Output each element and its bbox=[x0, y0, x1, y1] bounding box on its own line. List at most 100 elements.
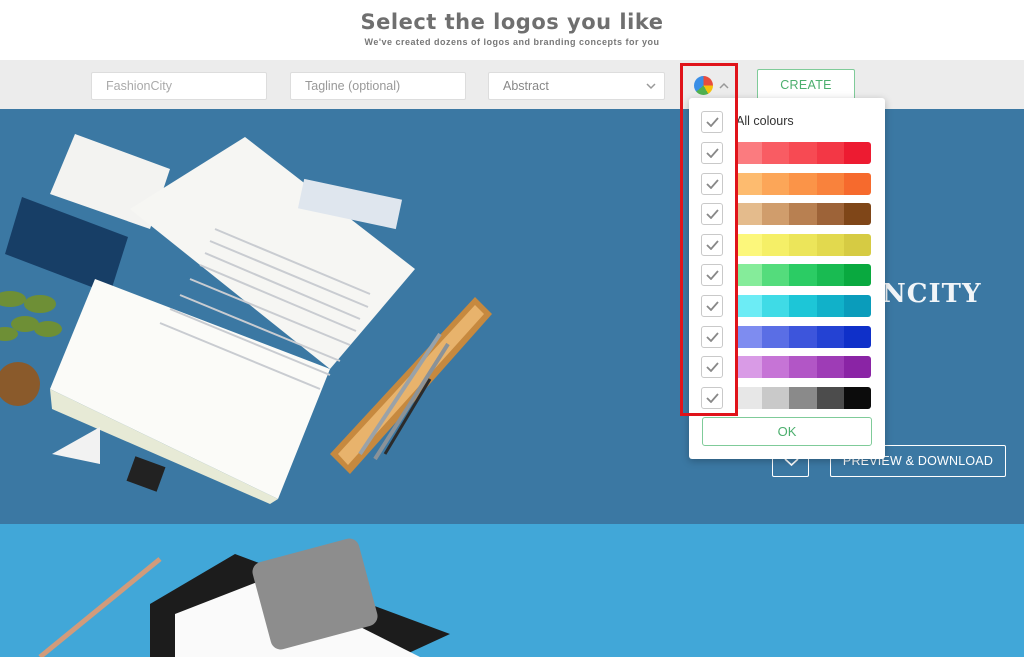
colour-chip bbox=[789, 203, 817, 226]
colour-chip bbox=[735, 386, 763, 409]
colour-chip bbox=[735, 264, 763, 287]
colour-chip bbox=[789, 264, 817, 287]
check-icon bbox=[706, 209, 719, 220]
colour-chip bbox=[843, 264, 871, 287]
colour-chip bbox=[843, 386, 871, 409]
palette-row-blues[interactable] bbox=[701, 325, 873, 348]
palette-swatch-greys[interactable] bbox=[735, 386, 871, 409]
palette-checkbox-oranges[interactable] bbox=[701, 172, 723, 195]
page-header: Select the logos you like We've created … bbox=[0, 0, 1024, 60]
colour-chip bbox=[816, 325, 844, 348]
colour-chip bbox=[816, 356, 844, 379]
page-subtitle: We've created dozens of logos and brandi… bbox=[364, 37, 660, 47]
palette-checkbox-yellows[interactable] bbox=[701, 233, 723, 256]
colour-chip bbox=[789, 172, 817, 195]
palette-checkbox-blues[interactable] bbox=[701, 325, 723, 348]
colour-chip bbox=[789, 356, 817, 379]
palette-swatch-browns[interactable] bbox=[735, 203, 871, 226]
colour-chip bbox=[735, 295, 763, 317]
colour-chip bbox=[762, 233, 790, 256]
palette-checkbox-greens[interactable] bbox=[701, 264, 723, 287]
brand-name-input[interactable]: FashionCity bbox=[91, 72, 267, 100]
colour-chip bbox=[816, 233, 844, 256]
check-icon bbox=[706, 301, 719, 311]
colour-chip bbox=[789, 325, 817, 348]
colour-chip bbox=[816, 142, 844, 164]
create-button[interactable]: CREATE bbox=[757, 69, 855, 101]
palette-row-purples[interactable] bbox=[701, 356, 873, 379]
tagline-input[interactable]: Tagline (optional) bbox=[290, 72, 466, 100]
palette-swatch-purples[interactable] bbox=[735, 356, 871, 379]
colour-chip bbox=[762, 264, 790, 287]
check-icon bbox=[706, 117, 719, 127]
palette-swatch-oranges[interactable] bbox=[735, 172, 871, 195]
colour-chip bbox=[762, 142, 790, 164]
colour-chip bbox=[735, 325, 763, 348]
branding-mockup-clipboard[interactable] bbox=[0, 524, 1024, 657]
chevron-down-icon bbox=[646, 83, 656, 90]
palette-row-yellows[interactable] bbox=[701, 233, 873, 256]
palette-row-greys[interactable] bbox=[701, 386, 873, 409]
brand-logo-text: NCITY bbox=[882, 279, 982, 309]
colour-chip bbox=[843, 172, 871, 195]
palette-swatch-cyans[interactable] bbox=[735, 295, 871, 317]
style-select[interactable]: Abstract bbox=[488, 72, 665, 100]
palette-row-cyans[interactable] bbox=[701, 295, 873, 317]
check-icon bbox=[706, 179, 719, 189]
colour-chip bbox=[762, 295, 790, 317]
check-icon bbox=[706, 270, 719, 281]
palette-row-reds[interactable] bbox=[701, 142, 873, 164]
colour-chip bbox=[735, 356, 763, 379]
colour-chip bbox=[762, 325, 790, 348]
palette-row-oranges[interactable] bbox=[701, 172, 873, 195]
colour-chip bbox=[762, 356, 790, 379]
palette-checkbox-purples[interactable] bbox=[701, 356, 723, 379]
all-colours-label: All colours bbox=[736, 114, 794, 128]
colour-chip bbox=[816, 295, 844, 317]
palette-swatch-yellows[interactable] bbox=[735, 233, 871, 256]
colour-chip bbox=[735, 142, 763, 164]
all-colours-checkbox[interactable] bbox=[701, 111, 723, 133]
colour-filter-toggle[interactable] bbox=[690, 74, 734, 98]
palette-checkbox-cyans[interactable] bbox=[701, 295, 723, 317]
colour-chip bbox=[843, 233, 871, 256]
colour-chip bbox=[789, 233, 817, 256]
chevron-up-icon bbox=[719, 82, 729, 89]
check-icon bbox=[706, 393, 719, 403]
colour-chip bbox=[816, 386, 844, 409]
colour-wheel-icon bbox=[694, 76, 713, 95]
page-title: Select the logos you like bbox=[360, 10, 664, 34]
clipboard-illustration bbox=[38, 538, 450, 657]
palette-swatch-greens[interactable] bbox=[735, 264, 871, 287]
colour-chip bbox=[735, 233, 763, 256]
colour-chip bbox=[843, 356, 871, 379]
colour-chip bbox=[762, 203, 790, 226]
all-colours-row[interactable]: All colours bbox=[701, 111, 873, 133]
palette-checkbox-browns[interactable] bbox=[701, 203, 723, 226]
colour-chip bbox=[789, 142, 817, 164]
style-select-value: Abstract bbox=[503, 79, 549, 93]
palette-checkbox-greys[interactable] bbox=[701, 386, 723, 409]
colour-chip bbox=[789, 386, 817, 409]
colour-chip bbox=[762, 386, 790, 409]
colour-chip bbox=[789, 295, 817, 317]
colour-chip bbox=[816, 172, 844, 195]
palette-row-greens[interactable] bbox=[701, 264, 873, 287]
palette-row-browns[interactable] bbox=[701, 203, 873, 226]
ok-button[interactable]: OK bbox=[702, 417, 872, 446]
colour-chip bbox=[843, 142, 871, 164]
colour-chip bbox=[735, 172, 763, 195]
colour-chip bbox=[816, 264, 844, 287]
palette-checkbox-reds[interactable] bbox=[701, 142, 723, 164]
check-icon bbox=[706, 148, 719, 158]
check-icon bbox=[706, 240, 719, 250]
palette-swatch-blues[interactable] bbox=[735, 325, 871, 348]
colour-chip bbox=[843, 295, 871, 317]
colour-chip bbox=[843, 203, 871, 226]
colour-chip bbox=[762, 172, 790, 195]
check-icon bbox=[706, 332, 719, 342]
colour-chip bbox=[843, 325, 871, 348]
palette-swatch-reds[interactable] bbox=[735, 142, 871, 164]
colour-filter-dropdown: All colours OK bbox=[689, 98, 885, 459]
check-icon bbox=[706, 362, 719, 373]
